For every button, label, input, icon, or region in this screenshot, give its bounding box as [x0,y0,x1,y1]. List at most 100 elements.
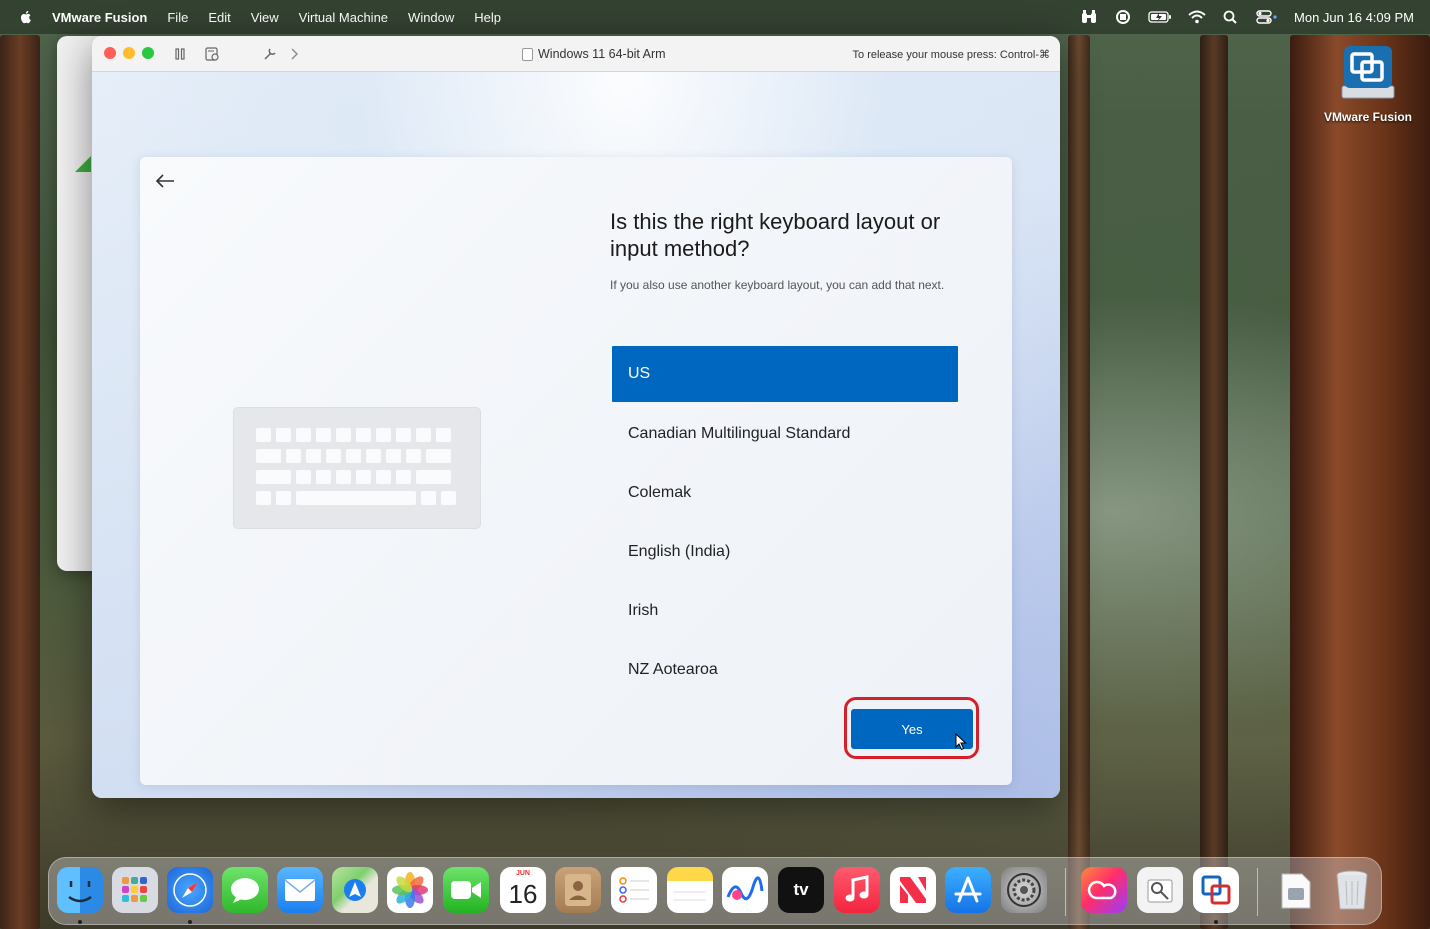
layout-option-irish[interactable]: Irish [612,582,958,640]
dock-freeform-icon[interactable] [722,867,768,913]
keyboard-key [316,470,331,484]
dock-maps-icon[interactable] [332,867,378,913]
keyboard-key [256,428,271,442]
keyboard-key [346,449,361,463]
layout-option-canadian-multilingual[interactable]: Canadian Multilingual Standard [612,405,958,463]
keyboard-illustration [233,407,481,529]
keyboard-key [356,428,371,442]
dock-facetime-icon[interactable] [443,867,489,913]
dock-mail-icon[interactable] [277,867,323,913]
menu-bar-clock[interactable]: Mon Jun 16 4:09 PM [1294,10,1414,25]
oobe-question-heading: Is this the right keyboard layout or inp… [610,209,941,261]
dock-preview-icon[interactable] [1137,867,1183,913]
keyboard-key [376,470,391,484]
control-center-icon[interactable] [1256,10,1278,24]
layout-option-nz-aotearoa[interactable]: NZ Aotearoa [612,641,958,699]
keyboard-key [296,428,311,442]
keyboard-key [316,428,331,442]
dock-contacts-icon[interactable] [555,867,601,913]
dock-calendar-icon[interactable]: JUN 16 [500,867,546,913]
keyboard-key [406,449,421,463]
oobe-subtext: If you also use another keyboard layout,… [610,278,945,292]
apple-logo-icon[interactable] [18,9,34,25]
dock-photos-icon[interactable] [387,867,433,913]
tree-trunk [0,35,40,929]
dock-trash-icon[interactable] [1329,867,1375,913]
tv-label: tv [793,880,809,899]
keyboard-key [256,491,271,505]
settings-wrench-icon[interactable] [262,46,278,62]
background-window-content [75,156,91,172]
menu-app-name[interactable]: VMware Fusion [52,10,147,25]
menu-help[interactable]: Help [474,10,501,25]
dock-safari-icon[interactable] [167,867,213,913]
release-mouse-hint: To release your mouse press: Control-⌘ [852,49,1050,61]
keyboard-key [416,428,431,442]
wifi-icon[interactable] [1188,10,1206,24]
dock-notes-icon[interactable] [667,867,713,913]
snapshot-icon[interactable] [204,46,220,62]
dock-downloads-stack-icon[interactable] [1273,867,1319,913]
zoom-window-button[interactable] [142,47,154,59]
keyboard-spacebar [296,491,416,505]
keyboard-key [396,428,411,442]
keyboard-key [366,449,381,463]
menu-bar-extras: Mon Jun 16 4:09 PM [1080,0,1414,34]
tree-trunk [1290,35,1430,929]
dock-separator [1065,868,1066,916]
keyboard-key [441,491,456,505]
dock-reminders-icon[interactable] [611,867,657,913]
dock-tv-icon[interactable]: tv [778,867,824,913]
vm-document-icon [522,47,533,61]
keyboard-key [286,449,301,463]
menu-view[interactable]: View [251,10,279,25]
menu-edit[interactable]: Edit [208,10,230,25]
dock-separator [1257,868,1258,916]
dock-finder-icon[interactable] [57,867,103,913]
minimize-window-button[interactable] [123,47,135,59]
dock-creative-cloud-icon[interactable] [1081,867,1127,913]
vmware-fusion-desktop-icon[interactable] [1338,44,1398,104]
vm-screen[interactable]: Is this the right keyboard layout or inp… [92,72,1060,798]
layout-option-colemak[interactable]: Colemak [612,464,958,522]
dock-news-icon[interactable] [890,867,936,913]
menu-virtual-machine[interactable]: Virtual Machine [299,10,388,25]
chevron-right-icon[interactable] [286,46,302,62]
layout-option-english-india[interactable]: English (India) [612,523,958,581]
calendar-day: 16 [508,879,538,909]
battery-icon[interactable] [1148,10,1172,24]
desktop-icon-label[interactable]: VMware Fusion [1316,110,1420,124]
menu-bar: VMware Fusion File Edit View Virtual Mac… [0,0,1430,34]
dock-music-icon[interactable] [834,867,880,913]
menu-file[interactable]: File [167,10,188,25]
keyboard-key [376,428,391,442]
window-title: Windows 11 64-bit Arm [522,47,666,61]
pause-icon[interactable] [172,46,188,62]
close-window-button[interactable] [104,47,116,59]
keyboard-key [326,449,341,463]
tree-trunk [1068,35,1090,929]
vmware-status-icon[interactable] [1114,10,1132,24]
keyboard-key [396,470,411,484]
spotlight-search-icon[interactable] [1222,10,1240,24]
mouse-pointer-icon [955,733,967,751]
menu-window[interactable]: Window [408,10,454,25]
keyboard-key [336,470,351,484]
layout-option-us[interactable]: US [612,346,958,402]
tree-trunk [1200,35,1228,929]
window-titlebar[interactable]: Windows 11 64-bit Arm To release your mo… [92,36,1060,72]
dock: JUN 16 tv [48,857,1382,925]
dock-running-indicator [78,920,82,924]
keyboard-key [426,449,451,463]
binoculars-icon[interactable] [1080,10,1098,24]
keyboard-key [306,449,321,463]
dock-vmware-fusion-icon[interactable] [1193,867,1239,913]
dock-messages-icon[interactable] [222,867,268,913]
dock-system-settings-icon[interactable] [1001,867,1047,913]
dock-app-store-icon[interactable] [945,867,991,913]
dock-launchpad-icon[interactable] [112,867,158,913]
back-arrow-icon[interactable] [152,171,178,191]
dock-running-indicator [1214,920,1218,924]
keyboard-key [256,449,281,463]
dock-running-indicator [188,920,192,924]
